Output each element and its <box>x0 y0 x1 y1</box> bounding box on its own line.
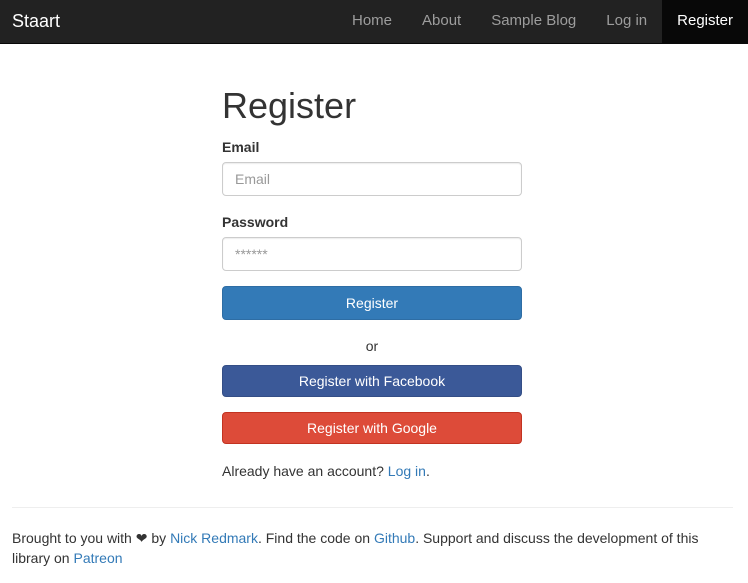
email-label: Email <box>222 139 260 155</box>
author-link[interactable]: Nick Redmark <box>170 530 258 546</box>
footer-text-3: . Find the code on <box>257 530 371 546</box>
password-group: Password <box>222 213 522 271</box>
nav-item-sample-blog[interactable]: Sample Blog <box>476 0 591 44</box>
nav-item-log-in[interactable]: Log in <box>591 0 662 44</box>
patreon-link[interactable]: Patreon <box>73 550 122 566</box>
login-link[interactable]: Log in <box>388 463 426 479</box>
password-field[interactable] <box>222 237 522 271</box>
github-link[interactable]: Github <box>374 530 415 546</box>
footer: Brought to you with ❤ by Nick Redmark. F… <box>12 528 732 568</box>
page-title: Register <box>222 85 357 126</box>
email-field[interactable] <box>222 162 522 196</box>
nav-menu: Home About Sample Blog Log in Register <box>337 0 748 44</box>
register-google-button[interactable]: Register with Google <box>222 412 522 444</box>
nav-item-register[interactable]: Register <box>662 0 748 44</box>
footer-text-2: by <box>151 530 167 546</box>
already-text: Already have an account? <box>222 463 384 479</box>
email-group: Email <box>222 138 522 196</box>
register-facebook-button[interactable]: Register with Facebook <box>222 365 522 397</box>
brand-link[interactable]: Staart <box>12 0 60 44</box>
heart-icon: ❤ <box>135 530 148 546</box>
nav-item-about[interactable]: About <box>407 0 476 44</box>
already-account-text: Already have an account? Log in. <box>222 461 522 481</box>
footer-divider <box>12 507 733 508</box>
top-navbar: Staart Home About Sample Blog Log in Reg… <box>0 0 748 44</box>
or-separator: or <box>365 338 379 354</box>
already-period: . <box>425 463 430 479</box>
password-label: Password <box>222 214 289 230</box>
register-form: Register Email Password Register or Regi… <box>222 86 522 481</box>
footer-text-1: Brought to you with <box>12 530 132 546</box>
register-button[interactable]: Register <box>222 286 522 320</box>
nav-item-home[interactable]: Home <box>337 0 407 44</box>
